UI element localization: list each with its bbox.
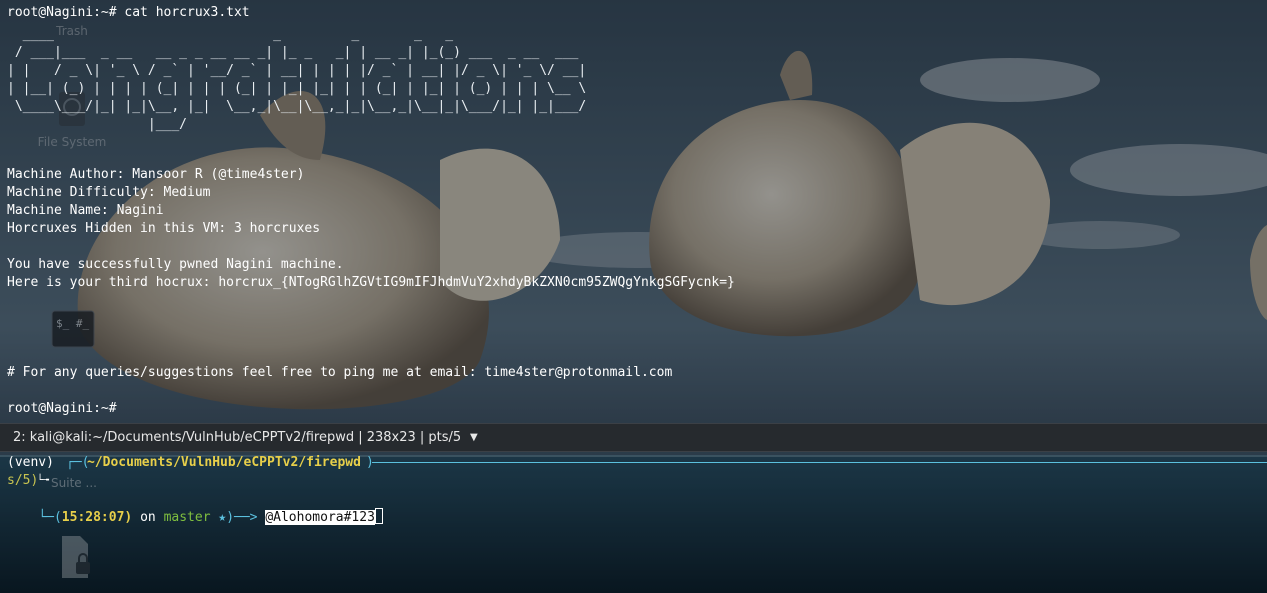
- success-message: You have successfully pwned Nagini machi…: [7, 257, 344, 272]
- chevron-down-icon[interactable]: ▼: [470, 424, 478, 451]
- prompt-rule: [372, 462, 1267, 463]
- prompt-corner: ┌─(: [66, 455, 90, 470]
- shell-prompt: root@Nagini:~#: [7, 401, 117, 416]
- prompt-on: on: [132, 510, 164, 525]
- prompt-line: └─(15:28:07) on master ★)──> @Alohomora#…: [7, 490, 383, 545]
- third-horcrux: Here is your third hocrux: horcrux_{NTog…: [7, 275, 735, 290]
- machine-name: Machine Name: Nagini: [7, 203, 164, 218]
- prompt-arrow: )──>: [226, 510, 266, 525]
- wrapped-text: s/5): [7, 473, 39, 488]
- machine-difficulty: Machine Difficulty: Medium: [7, 185, 211, 200]
- wrap-glyph: └╼: [37, 475, 50, 486]
- terminal-pane-bottom[interactable]: (venv) ┌─( ~/Documents/VulnHub/eCPPTv2/f…: [0, 452, 1267, 593]
- terminal-tab-bar[interactable]: 2: kali@kali:~/Documents/VulnHub/eCPPTv2…: [0, 423, 1267, 452]
- machine-author: Machine Author: Mansoor R (@time4ster): [7, 167, 305, 182]
- prompt-time: 15:28:07: [61, 510, 125, 525]
- current-path: ~/Documents/VulnHub/eCPPTv2/firepwd: [87, 455, 361, 470]
- terminal-pane-top[interactable]: root@Nagini:~# cat horcrux3.txt ____ _ _…: [0, 0, 1267, 423]
- text-cursor: [374, 508, 383, 524]
- ascii-banner: ____ _ _ _ _ / ___|___ _ __ __ _ _ __ __…: [7, 27, 587, 132]
- prompt-bracket: ): [366, 455, 374, 470]
- command-line: root@Nagini:~# cat horcrux3.txt: [7, 5, 250, 20]
- star-icon: ★: [210, 510, 227, 525]
- tab-title[interactable]: 2: kali@kali:~/Documents/VulnHub/eCPPTv2…: [13, 424, 461, 451]
- contact-line: # For any queries/suggestions feel free …: [7, 365, 673, 380]
- git-branch: master: [163, 510, 211, 525]
- horcrux-count: Horcruxes Hidden in this VM: 3 horcruxes: [7, 221, 321, 236]
- venv-indicator: (venv): [7, 455, 54, 470]
- typed-input[interactable]: @Alohomora#123: [265, 510, 375, 525]
- prompt-corner-bottom: └─(: [38, 510, 62, 525]
